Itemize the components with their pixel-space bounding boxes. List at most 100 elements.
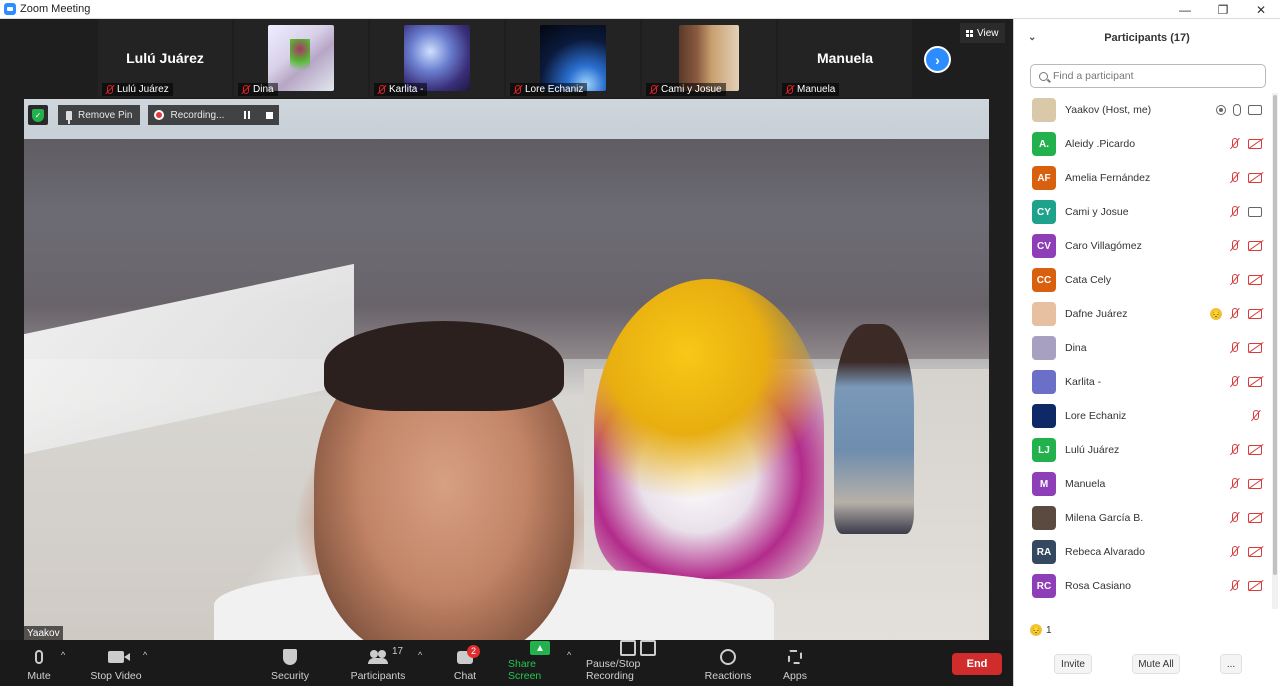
participant-row[interactable]: RC Rosa Casiano (1014, 569, 1272, 603)
thumbnail-label: Cami y Josue (646, 83, 726, 96)
participant-row[interactable]: Dina (1014, 331, 1272, 365)
participant-name: Dafne Juárez (1065, 308, 1128, 320)
participant-thumbnail[interactable]: Karlita - (370, 19, 504, 97)
video-off-icon (1248, 445, 1262, 455)
participant-thumbnail[interactable]: Lulú Juárez Lulú Juárez (98, 19, 232, 97)
stop-video-button[interactable]: Stop Video (88, 640, 144, 686)
mic-muted-icon[interactable] (1229, 308, 1241, 320)
speaker-name-tag: Yaakov (24, 626, 63, 641)
participant-row[interactable]: Karlita - (1014, 365, 1272, 399)
participant-thumbnail[interactable]: Cami y Josue (642, 19, 776, 97)
view-button[interactable]: View (960, 23, 1005, 43)
close-button[interactable]: ✕ (1242, 0, 1280, 19)
mic-muted-icon[interactable] (1229, 240, 1241, 252)
microphone-icon[interactable] (1233, 104, 1241, 116)
video-overlay-tools: ✓ Remove Pin Recording... (28, 105, 280, 125)
participant-row[interactable]: CY Cami y Josue (1014, 195, 1272, 229)
participant-row[interactable]: Milena García B. (1014, 501, 1272, 535)
video-options-caret[interactable]: ^ (143, 650, 147, 660)
search-input[interactable] (1053, 70, 1253, 82)
more-options-button[interactable]: ... (1220, 654, 1242, 674)
invite-button[interactable]: Invite (1054, 654, 1092, 674)
minimize-button[interactable]: — (1166, 0, 1204, 19)
reactions-button[interactable]: Reactions (704, 640, 752, 686)
participant-status-icons (1229, 342, 1262, 354)
end-meeting-button[interactable]: End (952, 653, 1002, 675)
remove-pin-button[interactable]: Remove Pin (58, 105, 141, 125)
mic-muted-icon[interactable] (1229, 478, 1241, 490)
participant-status-icons: 😔 (1210, 308, 1262, 320)
thumbnail-label: Lulú Juárez (102, 83, 173, 96)
participant-status-icons (1250, 410, 1262, 422)
mic-muted-icon[interactable] (1229, 274, 1241, 286)
mic-muted-icon[interactable] (1229, 342, 1241, 354)
security-button[interactable]: Security (268, 640, 312, 686)
participant-status-icons (1229, 376, 1262, 388)
active-speaker-video[interactable] (24, 99, 989, 641)
participant-row[interactable]: Lore Echaniz (1014, 399, 1272, 433)
next-page-button[interactable]: › (924, 46, 951, 73)
pause-recording-icon[interactable] (244, 111, 251, 119)
mic-muted-icon (512, 84, 522, 95)
share-options-caret[interactable]: ^ (567, 650, 571, 660)
panel-header: ⌄ Participants (17) (1014, 19, 1280, 57)
participant-name: Caro Villagómez (1065, 240, 1142, 252)
participant-avatar: A. (1032, 132, 1056, 156)
mute-all-button[interactable]: Mute All (1132, 654, 1180, 674)
mic-muted-icon[interactable] (1229, 580, 1241, 592)
pensive-emoji-icon: 😔 (1210, 308, 1222, 320)
stop-recording-icon[interactable] (266, 111, 274, 119)
participant-avatar (1032, 302, 1056, 326)
participants-options-caret[interactable]: ^ (418, 650, 422, 660)
audio-options-caret[interactable]: ^ (61, 650, 65, 660)
mute-button[interactable]: Mute (24, 640, 54, 686)
video-off-icon (1248, 377, 1262, 387)
collapse-chevron-icon[interactable]: ⌄ (1028, 32, 1036, 43)
participant-row[interactable]: AF Amelia Fernández (1014, 161, 1272, 195)
pensive-emoji-icon: 😔 (1030, 624, 1042, 636)
mic-muted-icon[interactable] (1229, 206, 1241, 218)
video-speaker-hair (324, 321, 564, 411)
share-screen-button[interactable]: ▲ Share Screen (508, 640, 572, 686)
mic-muted-icon[interactable] (1229, 138, 1241, 150)
participant-thumbnail[interactable]: Dina (234, 19, 368, 97)
maximize-button[interactable]: ❐ (1204, 0, 1242, 19)
zoom-app-icon (4, 3, 16, 15)
participant-name: Cami y Josue (1065, 206, 1129, 218)
participant-row[interactable]: Dafne Juárez 😔 (1014, 297, 1272, 331)
participant-row[interactable]: CC Cata Cely (1014, 263, 1272, 297)
mic-muted-icon[interactable] (1229, 172, 1241, 184)
mic-muted-icon[interactable] (1250, 410, 1262, 422)
participant-list-scrollbar[interactable] (1272, 93, 1278, 609)
participant-row[interactable]: A. Aleidy .Picardo (1014, 127, 1272, 161)
participants-button[interactable]: 17 Participants (348, 640, 408, 686)
participant-row[interactable]: Yaakov (Host, me) (1014, 93, 1272, 127)
participant-row[interactable]: RA Rebeca Alvarado (1014, 535, 1272, 569)
participant-row[interactable]: LJ Lulú Juárez (1014, 433, 1272, 467)
mic-muted-icon[interactable] (1229, 546, 1241, 558)
mic-muted-icon (104, 84, 114, 95)
video-child (834, 324, 914, 534)
title-bar: Zoom Meeting — ❐ ✕ (0, 0, 1280, 19)
profile-picture (268, 25, 334, 91)
profile-picture (540, 25, 606, 91)
video-off-icon (1248, 275, 1262, 285)
participant-search[interactable] (1030, 64, 1266, 88)
chat-button[interactable]: 2 Chat (450, 640, 480, 686)
participant-thumbnail[interactable]: Lore Echaniz (506, 19, 640, 97)
security-shield-icon[interactable]: ✓ (28, 105, 48, 125)
participant-list: Yaakov (Host, me) A. Aleidy .Picardo AF Amel… (1014, 93, 1272, 609)
pause-stop-recording-button[interactable]: Pause/Stop Recording (586, 640, 690, 686)
participant-name: Lulú Juárez (1065, 444, 1120, 456)
participants-count: 17 (392, 646, 404, 657)
participant-status-icons (1229, 206, 1262, 218)
mic-muted-icon[interactable] (1229, 444, 1241, 456)
participant-row[interactable]: M Manuela (1014, 467, 1272, 501)
apps-button[interactable]: Apps (780, 640, 810, 686)
mic-muted-icon[interactable] (1229, 376, 1241, 388)
participant-name: Amelia Fernández (1065, 172, 1151, 184)
participant-name: Yaakov (Host, me) (1065, 104, 1152, 116)
participant-thumbnail[interactable]: Manuela Manuela (778, 19, 912, 97)
participant-row[interactable]: CV Caro Villagómez (1014, 229, 1272, 263)
mic-muted-icon[interactable] (1229, 512, 1241, 524)
